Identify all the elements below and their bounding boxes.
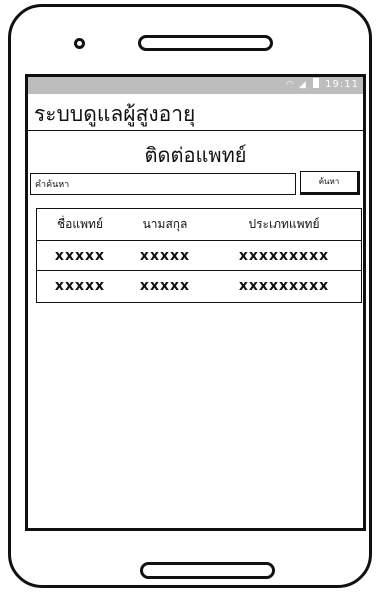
- phone-screen: ◠ ◢ 19:11 ระบบดูแลผู้สูงอายุ ติดต่อแพทย์…: [25, 74, 366, 531]
- status-icons: ◠ ◢ 19:11: [286, 78, 359, 90]
- table-row[interactable]: xxxxx xxxxx xxxxxxxxx: [37, 271, 361, 300]
- app-title: ระบบดูแลผู้สูงอายุ: [34, 102, 196, 126]
- page-title: ติดต่อแพทย์: [144, 143, 247, 167]
- cell-name: xxxxx: [54, 247, 106, 264]
- search-row: คำค้นหา ค้นหา: [28, 171, 363, 199]
- cell-surname: xxxxx: [139, 247, 191, 264]
- status-bar: ◠ ◢ 19:11: [28, 77, 363, 94]
- table-header-row: ชื่อแพทย์ นามสกุล ประเภทแพทย์: [37, 209, 361, 241]
- wifi-icon: ◠: [285, 80, 295, 90]
- table-row[interactable]: xxxxx xxxxx xxxxxxxxx: [37, 241, 361, 271]
- status-time: 19:11: [325, 79, 359, 90]
- camera-icon: [74, 38, 85, 49]
- home-button[interactable]: [140, 562, 275, 579]
- speaker-slot: [138, 35, 273, 51]
- cell-surname: xxxxx: [139, 277, 191, 294]
- search-input[interactable]: คำค้นหา: [30, 173, 296, 195]
- cell-type: xxxxxxxxx: [238, 277, 330, 294]
- column-header-surname: นามสกุล: [142, 217, 188, 231]
- app-bar: ระบบดูแลผู้สูงอายุ: [28, 94, 363, 131]
- column-header-name: ชื่อแพทย์: [57, 217, 103, 231]
- doctor-table: ชื่อแพทย์ นามสกุล ประเภทแพทย์ xxxxx xxxx…: [36, 208, 362, 303]
- column-header-type: ประเภทแพทย์: [248, 217, 320, 231]
- battery-icon: [312, 78, 319, 88]
- cell-name: xxxxx: [54, 277, 106, 294]
- cell-type: xxxxxxxxx: [238, 247, 330, 264]
- signal-icon: ◢: [298, 80, 307, 90]
- search-button[interactable]: ค้นหา: [300, 171, 360, 195]
